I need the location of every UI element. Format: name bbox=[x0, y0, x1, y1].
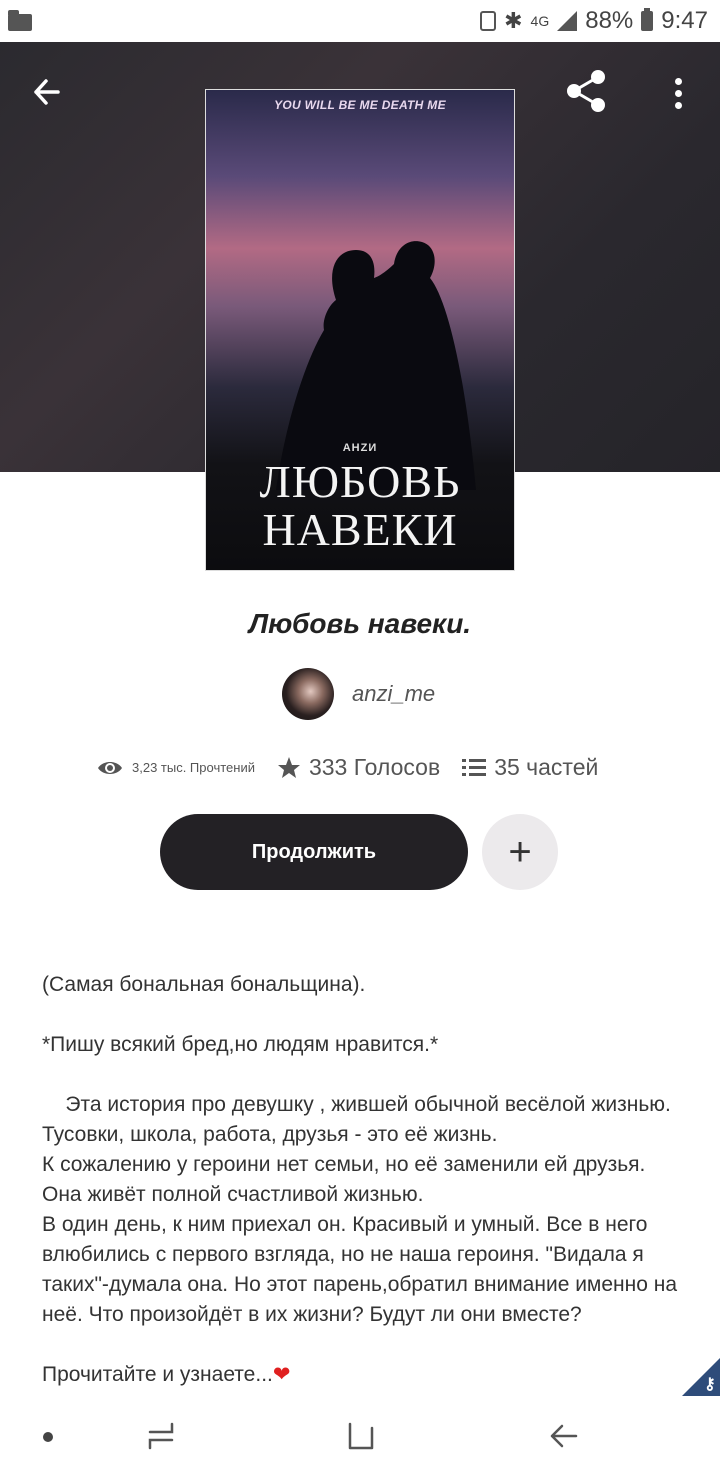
description-paragraph: В один день, к ним приехал он. Красивый … bbox=[42, 1213, 678, 1326]
cover-tagline: YOU WILL BE ME DEATH ME bbox=[274, 98, 446, 112]
parts-stat: 35 частей bbox=[462, 754, 598, 781]
reads-stat: 3,23 тыс. Прочтений bbox=[96, 758, 277, 778]
battery-icon bbox=[641, 8, 654, 31]
cover-title-line2: НАВЕКИ bbox=[262, 504, 458, 555]
votes-stat: 333 Голосов bbox=[277, 754, 462, 781]
story-description: (Самая бональная бональщина). *Пишу всяк… bbox=[42, 970, 682, 1390]
arrow-left-icon bbox=[34, 79, 60, 105]
description-paragraph: Эта история про девушку , жившей обычной… bbox=[42, 1093, 677, 1146]
parts-count: 35 частей bbox=[494, 754, 599, 780]
author-name[interactable]: anzi_me bbox=[352, 681, 435, 707]
description-paragraph: К сожалению у героини нет семьи, но её з… bbox=[42, 1153, 646, 1206]
folder-icon bbox=[8, 9, 32, 31]
description-paragraph: (Самая бональная бональщина). bbox=[42, 973, 366, 996]
more-options-button[interactable] bbox=[664, 72, 692, 112]
network-type: 4G bbox=[530, 13, 550, 29]
story-title: Любовь навеки. bbox=[248, 608, 472, 639]
votes-count: 333 Голосов bbox=[308, 754, 441, 780]
eye-icon bbox=[98, 761, 122, 774]
list-icon bbox=[462, 758, 487, 776]
add-to-library-button[interactable]: + bbox=[482, 814, 558, 890]
battery-percent: 88% bbox=[585, 7, 634, 34]
avatar[interactable] bbox=[282, 668, 334, 720]
description-paragraph: *Пишу всякий бред,но людям нравится.* bbox=[42, 1033, 439, 1056]
story-stats: 3,23 тыс. Прочтений 333 Голосов 35 часте… bbox=[96, 754, 636, 781]
nav-dot-icon[interactable] bbox=[43, 1432, 53, 1442]
clock: 9:47 bbox=[661, 7, 708, 34]
continue-reading-button[interactable]: Продолжить bbox=[160, 814, 468, 890]
signal-icon bbox=[557, 11, 578, 31]
key-icon: ⚷ bbox=[704, 1376, 716, 1393]
recent-apps-icon[interactable] bbox=[146, 1420, 176, 1452]
share-icon bbox=[567, 70, 605, 112]
share-button[interactable] bbox=[562, 68, 610, 114]
cover-author: АНZИ bbox=[342, 442, 378, 454]
author-row[interactable]: anzi_me bbox=[282, 668, 435, 720]
more-vertical-icon bbox=[664, 72, 692, 109]
data-saver-icon bbox=[480, 11, 497, 31]
book-cover[interactable]: YOU WILL BE ME DEATH ME АНZИ ЛЮБОВЬ НАВЕ… bbox=[206, 90, 514, 570]
cover-title: ЛЮБОВЬ НАВЕКИ bbox=[206, 458, 514, 554]
back-button[interactable] bbox=[28, 72, 72, 112]
heart-icon: ❤ bbox=[272, 1363, 291, 1386]
cover-title-line1: ЛЮБОВЬ bbox=[259, 456, 461, 507]
reads-count: 3,23 тыс. Прочтений bbox=[132, 760, 255, 775]
description-closing: Прочитайте и узнаете... bbox=[42, 1363, 273, 1386]
bluetooth-icon: ✱ bbox=[504, 8, 523, 33]
status-bar: ✱ 4G 88% 9:47 bbox=[0, 0, 720, 42]
star-icon bbox=[277, 756, 300, 778]
nav-back-icon[interactable] bbox=[548, 1420, 580, 1452]
description-paragraph: Прочитайте и узнаете...❤ bbox=[42, 1360, 682, 1390]
home-icon[interactable] bbox=[346, 1420, 376, 1452]
plus-icon: + bbox=[508, 829, 532, 874]
